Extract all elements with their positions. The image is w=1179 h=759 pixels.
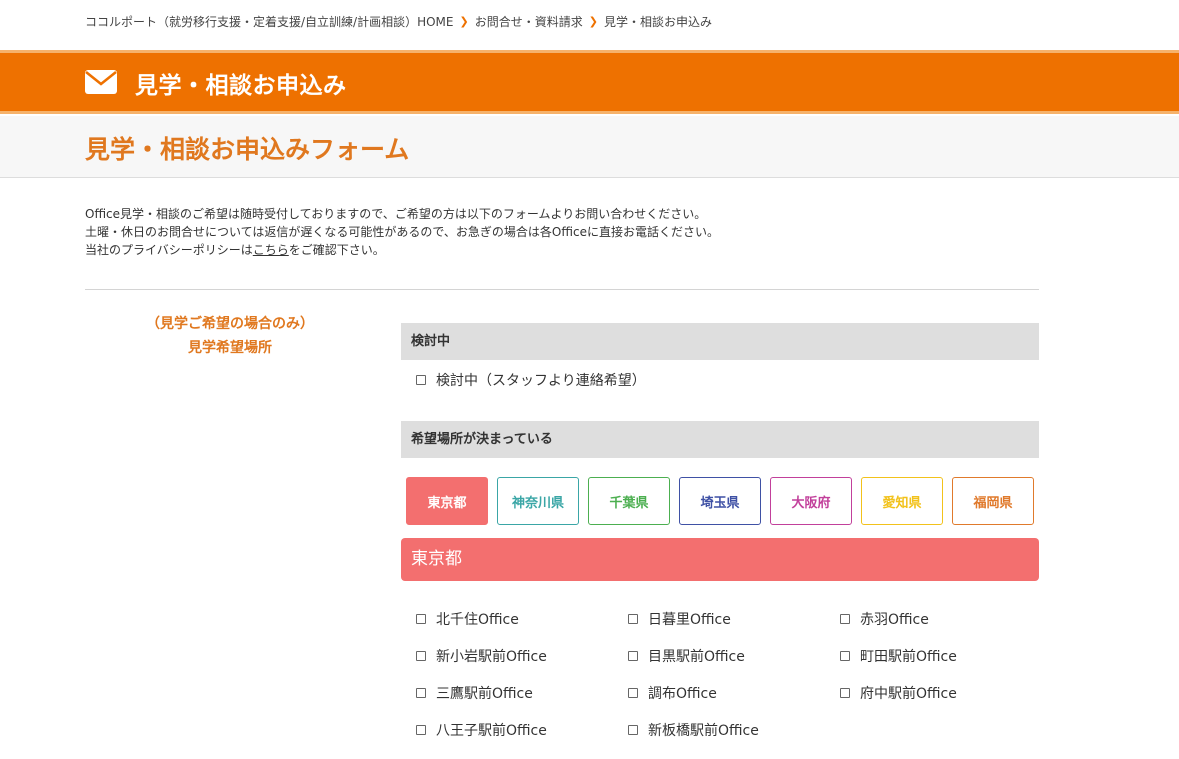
- office-label: 町田駅前Office: [860, 649, 957, 665]
- chevron-right-icon: ❯: [588, 15, 598, 28]
- office-checkbox[interactable]: 赤羽Office: [840, 609, 929, 629]
- prefecture-tab-fukuoka[interactable]: 福岡県: [952, 477, 1034, 525]
- visit-location-label: （見学ご希望の場合のみ） 見学希望場所: [85, 312, 375, 360]
- office-label: 府中駅前Office: [860, 686, 957, 702]
- office-checkbox[interactable]: 調布Office: [628, 683, 717, 703]
- form-heading-band: 見学・相談お申込みフォーム: [0, 116, 1179, 178]
- office-label: 日暮里Office: [648, 612, 731, 628]
- office-label: 三鷹駅前Office: [436, 686, 533, 702]
- prefecture-tab-tokyo[interactable]: 東京都: [406, 477, 488, 525]
- form-intro: Office見学・相談のご希望は随時受付しておりますので、ご希望の方は以下のフォ…: [85, 205, 719, 259]
- chevron-right-icon: ❯: [459, 15, 469, 28]
- checkbox-box[interactable]: [628, 651, 638, 661]
- prefecture-tab-aichi[interactable]: 愛知県: [861, 477, 943, 525]
- visit-location-label-title: 見学希望場所: [188, 340, 272, 356]
- page-hero: 見学・相談お申込み: [0, 50, 1179, 114]
- checkbox-box[interactable]: [840, 688, 850, 698]
- breadcrumb-contact-link[interactable]: お問合せ・資料請求: [475, 13, 583, 30]
- checkbox-box[interactable]: [628, 688, 638, 698]
- region-header-tokyo: 東京都: [401, 538, 1039, 581]
- office-checkbox[interactable]: 新小岩駅前Office: [416, 646, 547, 666]
- section-decided-header: 希望場所が決まっている: [401, 421, 1039, 458]
- breadcrumb-current: 見学・相談お申込み: [603, 15, 712, 29]
- office-checkbox[interactable]: 北千住Office: [416, 609, 519, 629]
- office-label: 新板橋駅前Office: [648, 723, 759, 739]
- office-label: 目黒駅前Office: [648, 649, 745, 665]
- breadcrumb-home-link[interactable]: ココルポート（就労移行支援・定着支援/自立訓練/計画相談）HOME: [85, 13, 454, 30]
- office-label: 北千住Office: [436, 612, 519, 628]
- checkbox-box[interactable]: [840, 614, 850, 624]
- office-label: 赤羽Office: [860, 612, 929, 628]
- office-checkbox[interactable]: 町田駅前Office: [840, 646, 957, 666]
- office-checkbox[interactable]: 新板橋駅前Office: [628, 720, 759, 740]
- section-divider: [85, 289, 1039, 290]
- checkbox-box[interactable]: [628, 614, 638, 624]
- office-checkbox[interactable]: 三鷹駅前Office: [416, 683, 533, 703]
- checkbox-box[interactable]: [416, 651, 426, 661]
- prefecture-tab-chiba[interactable]: 千葉県: [588, 477, 670, 525]
- office-checkbox[interactable]: 日暮里Office: [628, 609, 731, 629]
- office-checkbox[interactable]: 八王子駅前Office: [416, 720, 547, 740]
- prefecture-tab-saitama[interactable]: 埼玉県: [679, 477, 761, 525]
- prefecture-tab-osaka[interactable]: 大阪府: [770, 477, 852, 525]
- office-label: 八王子駅前Office: [436, 723, 547, 739]
- intro-line-2: 土曜・休日のお問合せについては返信が遅くなる可能性があるので、お急ぎの場合は各O…: [85, 225, 719, 239]
- considering-checkbox-label: 検討中（スタッフより連絡希望）: [436, 373, 646, 389]
- office-label: 新小岩駅前Office: [436, 649, 547, 665]
- intro-line-3-prefix: 当社のプライバシーポリシーは: [85, 243, 253, 257]
- checkbox-box[interactable]: [416, 375, 426, 385]
- office-checkbox[interactable]: 府中駅前Office: [840, 683, 957, 703]
- section-considering-header: 検討中: [401, 323, 1039, 360]
- checkbox-box[interactable]: [416, 688, 426, 698]
- checkbox-box[interactable]: [416, 614, 426, 624]
- mail-icon: [85, 70, 117, 94]
- intro-line-1: Office見学・相談のご希望は随時受付しておりますので、ご希望の方は以下のフォ…: [85, 207, 707, 221]
- checkbox-box[interactable]: [416, 725, 426, 735]
- privacy-policy-link[interactable]: こちら: [253, 243, 289, 257]
- page-title: 見学・相談お申込み: [135, 73, 347, 99]
- office-label: 調布Office: [648, 686, 717, 702]
- considering-checkbox[interactable]: 検討中（スタッフより連絡希望）: [416, 370, 646, 390]
- office-checkbox[interactable]: 目黒駅前Office: [628, 646, 745, 666]
- breadcrumb: ココルポート（就労移行支援・定着支援/自立訓練/計画相談）HOME ❯ お問合せ…: [85, 13, 712, 30]
- intro-line-3-suffix: をご確認下さい。: [288, 243, 385, 257]
- checkbox-box[interactable]: [628, 725, 638, 735]
- visit-location-label-note: （見学ご希望の場合のみ）: [146, 316, 314, 332]
- checkbox-box[interactable]: [840, 651, 850, 661]
- intro-line-3: 当社のプライバシーポリシーはこちらをご確認下さい。: [85, 241, 719, 259]
- prefecture-tabs: 東京都 神奈川県 千葉県 埼玉県 大阪府 愛知県 福岡県: [406, 477, 1034, 525]
- form-heading: 見学・相談お申込みフォーム: [85, 135, 410, 164]
- prefecture-tab-kanagawa[interactable]: 神奈川県: [497, 477, 579, 525]
